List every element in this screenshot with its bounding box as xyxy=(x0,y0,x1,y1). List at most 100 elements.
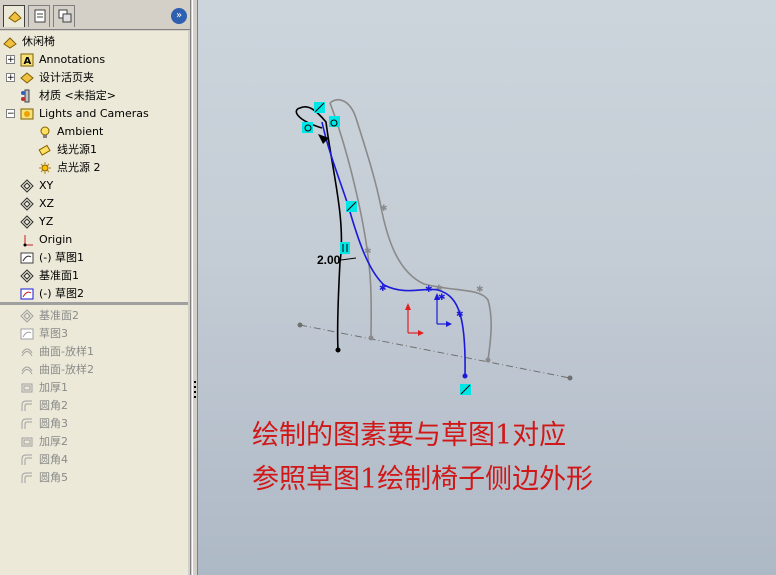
tree-item[interactable]: (-) 草图2 xyxy=(0,285,188,303)
plane-icon xyxy=(20,269,34,283)
tree-item-label: 圆角4 xyxy=(39,453,68,466)
reference-point-marker: ✱ xyxy=(476,285,484,295)
reference-endpoint xyxy=(368,335,374,341)
tree-item[interactable]: 圆角4 xyxy=(0,451,188,469)
tree-root-label: 休闲椅 xyxy=(22,35,55,48)
tree-item-label: 曲面-放样2 xyxy=(39,363,94,376)
plane-edge-line xyxy=(299,324,571,379)
tree-item[interactable]: 线光源1 xyxy=(0,141,188,159)
feature-manager-panel: » 休闲椅 + A Annotations + 设计活页夹 材质 <未指定> − Lights… xyxy=(0,0,191,575)
origin-icon xyxy=(20,233,34,247)
chair-back-outline[interactable] xyxy=(295,106,343,351)
coincident-relation-marker[interactable] xyxy=(329,116,340,127)
tree-item[interactable]: YZ xyxy=(0,213,188,231)
reference-sketch1-profile[interactable] xyxy=(329,99,492,361)
tree-item[interactable]: XZ xyxy=(0,195,188,213)
tree-item[interactable]: 加厚1 xyxy=(0,379,188,397)
tree-item-label: 圆角2 xyxy=(39,399,68,412)
tree-item[interactable]: 曲面-放样2 xyxy=(0,361,188,379)
tree-item-label: YZ xyxy=(39,215,54,228)
tree-item[interactable]: 材质 <未指定> xyxy=(0,87,188,105)
tree-item-label: XY xyxy=(39,179,54,192)
plane-icon xyxy=(20,197,34,211)
tree-item[interactable]: (-) 草图1 xyxy=(0,249,188,267)
tree-item[interactable]: 加厚2 xyxy=(0,433,188,451)
tree-item[interactable]: 圆角3 xyxy=(0,415,188,433)
tree-item-label: 基准面2 xyxy=(39,309,79,322)
tree-item[interactable]: 圆角5 xyxy=(0,469,188,487)
splitter-grip-dot xyxy=(194,396,196,398)
graphics-viewport[interactable]: ✱ ✱ ✱ ✱ ✱ ✱ ✱ ✱ 2.00 绘制的图素要与草图1对应 参照草图1绘… xyxy=(198,0,776,575)
sketch-icon xyxy=(20,251,34,265)
tree-item[interactable]: + A Annotations xyxy=(0,51,188,69)
tree-expander[interactable]: + xyxy=(6,55,15,65)
spline-point-marker[interactable]: ✱ xyxy=(425,285,433,295)
fillet-icon xyxy=(20,399,34,413)
sketch-icon xyxy=(20,327,34,341)
tree-item[interactable]: 基准面2 xyxy=(0,307,188,325)
tree-expander[interactable]: + xyxy=(6,73,15,83)
plane-icon xyxy=(20,215,34,229)
reference-sketch1-front-edge[interactable] xyxy=(329,102,373,339)
tree-item[interactable]: XY xyxy=(0,177,188,195)
outline-endpoint xyxy=(335,347,341,353)
plane-endpoint xyxy=(297,322,303,328)
tree-item-label: Ambient xyxy=(57,125,104,138)
dimension-value[interactable]: 2.00 xyxy=(317,253,341,267)
spline-endpoint[interactable] xyxy=(462,373,468,379)
svg-text:A: A xyxy=(24,56,32,67)
tree-item[interactable]: Ambient xyxy=(0,123,188,141)
lights-cameras-icon xyxy=(20,107,34,121)
tree-item[interactable]: + 设计活页夹 xyxy=(0,69,188,87)
directional-light-icon xyxy=(38,143,52,157)
tree-item[interactable]: 草图3 xyxy=(0,325,188,343)
reference-endpoint xyxy=(485,357,491,363)
material-icon xyxy=(20,89,34,103)
plane-endpoint xyxy=(567,375,573,381)
tree-item[interactable]: 圆角2 xyxy=(0,397,188,415)
sketch-origin-arrowhead xyxy=(446,321,452,327)
design-binder-icon xyxy=(20,71,34,85)
dimension-leader xyxy=(340,257,357,261)
property-manager-icon xyxy=(33,9,46,23)
tree-item-label: Origin xyxy=(39,233,73,246)
tree-item-label: 加厚2 xyxy=(39,435,68,448)
tree-item-label: 线光源1 xyxy=(57,143,97,156)
tree-item-label: XZ xyxy=(39,197,55,210)
feature-manager-icon xyxy=(8,9,22,23)
splitter-grip-dot xyxy=(194,381,196,383)
rollback-bar[interactable] xyxy=(0,302,188,305)
tree-item[interactable]: 曲面-放样1 xyxy=(0,343,188,361)
fillet-icon xyxy=(20,417,34,431)
collapse-panel-button[interactable]: » xyxy=(171,8,187,24)
tree-item-label: 材质 <未指定> xyxy=(39,89,116,102)
fillet-icon xyxy=(20,471,34,485)
splitter-grip-dot xyxy=(194,386,196,388)
spline-point-marker[interactable]: ✱ xyxy=(379,284,387,294)
tree-item-label: 草图3 xyxy=(39,327,68,340)
plane-icon xyxy=(20,179,34,193)
tree-item[interactable]: Origin xyxy=(0,231,188,249)
tree-item[interactable]: 点光源 2 xyxy=(0,159,188,177)
part-icon xyxy=(3,35,17,49)
tree-item-label: 曲面-放样1 xyxy=(39,345,94,358)
tree-expander[interactable]: − xyxy=(6,109,15,119)
configuration-manager-tab[interactable] xyxy=(53,5,75,27)
vertical-relation-marker[interactable] xyxy=(340,242,350,254)
feature-manager-tab[interactable] xyxy=(3,5,25,27)
thicken-icon xyxy=(20,381,34,395)
tree-item-label: 圆角5 xyxy=(39,471,68,484)
tree-item[interactable]: − Lights and Cameras xyxy=(0,105,188,123)
tree-item-label: 基准面1 xyxy=(39,269,79,282)
splitter-grip-dot xyxy=(194,391,196,393)
property-manager-tab[interactable] xyxy=(28,5,50,27)
thicken-icon xyxy=(20,435,34,449)
surface-loft-icon xyxy=(20,345,34,359)
manager-tab-bar: » xyxy=(0,0,191,30)
spline-point-marker[interactable]: ✱ xyxy=(456,310,464,320)
plane-icon xyxy=(20,309,34,323)
origin-arrowhead xyxy=(405,303,411,310)
tree-root[interactable]: 休闲椅 xyxy=(0,33,188,51)
tree-item-label: 设计活页夹 xyxy=(39,71,94,84)
tree-item[interactable]: 基准面1 xyxy=(0,267,188,285)
